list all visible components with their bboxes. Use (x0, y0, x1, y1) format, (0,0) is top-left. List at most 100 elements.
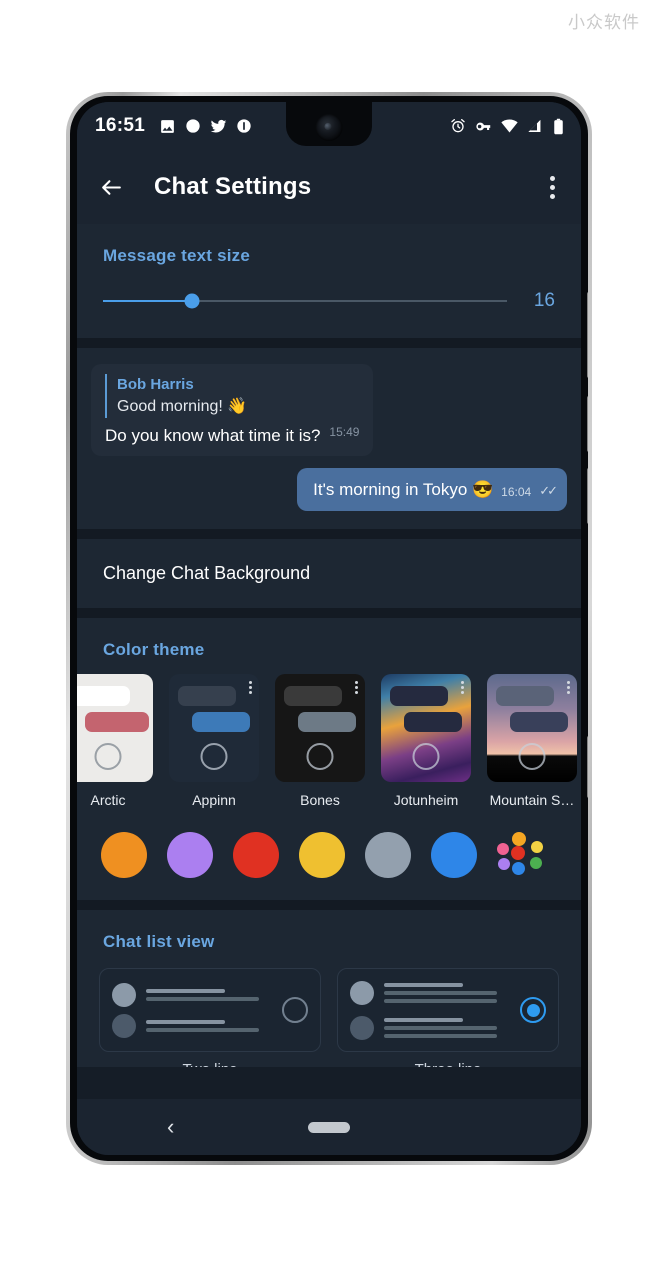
theme-selection-circle[interactable] (412, 743, 440, 770)
chat-list-view-options[interactable] (77, 952, 581, 1052)
back-arrow-icon[interactable] (99, 175, 124, 200)
theme-thumbnail[interactable] (77, 674, 153, 782)
color-swatch-orange[interactable] (101, 832, 147, 878)
preview-line (384, 982, 464, 987)
color-theme-section: Color theme Arctic Appinn Bones Jotunhei… (77, 618, 581, 900)
battery-icon (554, 118, 563, 134)
slider-fill (103, 300, 192, 302)
color-swatch-red[interactable] (233, 832, 279, 878)
change-background-section[interactable]: Change Chat Background (77, 539, 581, 608)
preview-lines (146, 985, 274, 1005)
theme-menu-icon[interactable] (355, 681, 358, 694)
multicolor-palette-icon[interactable] (497, 832, 543, 878)
chat-list-view-title: Chat list view (103, 932, 215, 951)
text-size-slider-row[interactable]: 16 (77, 266, 581, 338)
theme-thumbnail[interactable] (169, 674, 259, 782)
theme-thumbnail[interactable] (381, 674, 471, 782)
info-icon (237, 119, 251, 133)
option-label-three-line: Three line (337, 1060, 559, 1067)
incoming-message-bubble: Bob Harris Good morning! 👋 Do you know w… (91, 364, 374, 456)
volume-down-button[interactable] (587, 468, 588, 524)
settings-content[interactable]: Message text size 16 Bob Harris Good mor… (77, 224, 581, 1155)
nav-back-icon[interactable]: ‹ (167, 1114, 174, 1140)
preview-avatar (112, 982, 136, 1007)
chat-list-view-option-three-line[interactable] (337, 968, 559, 1052)
volume-up-button[interactable] (587, 396, 588, 452)
color-theme-title: Color theme (103, 640, 205, 659)
preview-line (384, 990, 497, 995)
android-nav-bar: ‹ (77, 1099, 581, 1155)
more-vert-icon (550, 175, 555, 181)
status-system-icons (450, 118, 565, 135)
more-vert-icon (550, 184, 555, 190)
theme-thumbnail[interactable] (487, 674, 577, 782)
theme-selection-circle[interactable] (200, 743, 228, 770)
theme-selection-circle[interactable] (94, 743, 122, 770)
theme-menu-icon[interactable] (461, 681, 464, 694)
text-size-slider[interactable] (103, 293, 507, 309)
option-label-two-line: Two line (99, 1060, 321, 1067)
theme-item[interactable]: Jotunheim (381, 674, 471, 808)
phone-bezel: 16:51 Chat Settings Message text size 16… (70, 96, 588, 1161)
theme-menu-icon[interactable] (249, 681, 252, 694)
theme-bubble-incoming (496, 686, 554, 706)
message-text-size-title: Message text size (103, 246, 251, 265)
twitter-icon (210, 119, 227, 133)
section-divider (77, 900, 581, 910)
theme-bubble-outgoing (192, 712, 250, 732)
preview-line (384, 1033, 497, 1038)
image-icon (161, 119, 174, 133)
theme-selection-circle[interactable] (518, 743, 546, 770)
radio-selected[interactable] (520, 997, 546, 1023)
nav-home-pill[interactable] (308, 1121, 350, 1133)
preview-lines (146, 1016, 274, 1036)
preview-row (112, 1013, 274, 1038)
theme-item[interactable]: Bones (275, 674, 365, 808)
theme-label: Arctic (90, 792, 126, 808)
page-title: Chat Settings (154, 173, 312, 200)
radio-unselected[interactable] (282, 997, 308, 1023)
preview-line (146, 996, 259, 1001)
preview-lines (384, 979, 512, 1007)
theme-bubble-outgoing (85, 712, 149, 732)
preview-avatar (112, 1013, 136, 1038)
theme-selection-circle[interactable] (306, 743, 334, 770)
color-swatch-gray[interactable] (365, 832, 411, 878)
option-preview (350, 972, 512, 1049)
theme-bubble-incoming (178, 686, 236, 706)
camera-notch (286, 102, 372, 146)
option-preview (112, 976, 274, 1045)
change-chat-background-row[interactable]: Change Chat Background (77, 539, 581, 608)
side-key-button[interactable] (587, 736, 588, 798)
theme-thumbnail[interactable] (275, 674, 365, 782)
slider-thumb[interactable] (184, 293, 200, 309)
color-swatch-yellow[interactable] (299, 832, 345, 878)
chat-list-view-option-two-line[interactable] (99, 968, 321, 1052)
theme-menu-icon[interactable] (567, 681, 570, 694)
color-swatch-blue[interactable] (431, 832, 477, 878)
preview-lines (384, 1014, 512, 1042)
preview-line (146, 1019, 226, 1024)
wifi-icon (501, 119, 518, 133)
phone-frame: 16:51 Chat Settings Message text size 16… (66, 92, 592, 1165)
power-button[interactable] (587, 292, 588, 378)
color-swatch-purple[interactable] (167, 832, 213, 878)
theme-item[interactable]: Mountain S… (487, 674, 577, 808)
phone-screen: 16:51 Chat Settings Message text size 16… (77, 102, 581, 1155)
theme-bubble-incoming (77, 686, 130, 706)
theme-item[interactable]: Appinn (169, 674, 259, 808)
theme-carousel[interactable]: Arctic Appinn Bones Jotunheim Mountain S… (77, 660, 581, 816)
reply-quote: Bob Harris Good morning! 👋 (105, 374, 359, 418)
watermark: 小众软件 (568, 13, 640, 33)
app-toolbar: Chat Settings (77, 150, 581, 224)
section-divider (77, 608, 581, 618)
preview-row (112, 982, 274, 1007)
overflow-menu-button[interactable] (542, 168, 563, 207)
incoming-message-text: Do you know what time it is? (105, 426, 321, 445)
preview-row (350, 979, 512, 1007)
reply-sender-name: Bob Harris (117, 376, 194, 393)
theme-bubble-outgoing (298, 712, 356, 732)
preview-avatar (350, 1015, 374, 1040)
theme-item[interactable]: Arctic (77, 674, 153, 808)
color-swatch-row[interactable] (77, 816, 581, 900)
